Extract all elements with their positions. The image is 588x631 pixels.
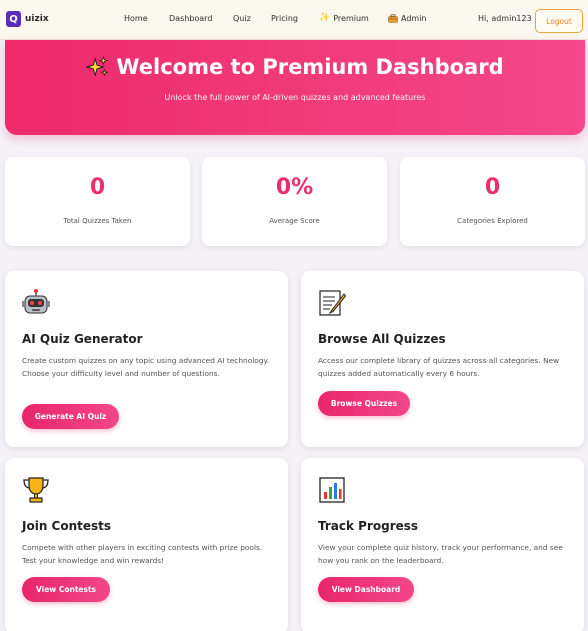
user-greeting: Hi, admin123	[478, 14, 532, 23]
nav-pricing[interactable]: Pricing	[271, 14, 298, 23]
sparkle-icon: ✨	[319, 13, 331, 23]
nav-premium-label: Premium	[333, 14, 369, 23]
card-title: Browse All Quizzes	[318, 332, 446, 346]
stat-value: 0	[484, 175, 501, 200]
stat-card-quizzes: 0 Total Quizzes Taken	[5, 157, 190, 246]
nav-home[interactable]: Home	[124, 14, 148, 23]
card-ai-quiz-generator: AI Quiz Generator Create custom quizzes …	[5, 271, 288, 447]
browse-quizzes-button[interactable]: Browse Quizzes	[318, 391, 410, 416]
stat-value: 0%	[275, 175, 314, 200]
hero-banner: Welcome to Premium Dashboard Unlock the …	[5, 40, 585, 135]
stat-card-average-score: 0% Average Score	[202, 157, 387, 246]
card-title: Join Contests	[22, 519, 112, 533]
hero-title-row: Welcome to Premium Dashboard	[5, 55, 585, 79]
sparkles-icon	[86, 56, 109, 77]
hero-title: Welcome to Premium Dashboard	[116, 55, 504, 79]
logo-text: uizix	[25, 14, 49, 24]
view-contests-button[interactable]: View Contests	[22, 577, 110, 602]
card-title: AI Quiz Generator	[22, 332, 143, 346]
card-description: Create custom quizzes on any topic using…	[22, 356, 270, 378]
card-description: Compete with other players in exciting c…	[22, 543, 263, 565]
navbar: Q uizix Home Dashboard Quiz Pricing ✨ Pr…	[0, 0, 588, 40]
card-description: View your complete quiz history, track y…	[318, 543, 563, 565]
logo[interactable]: Q uizix	[6, 11, 49, 27]
nav-premium[interactable]: ✨ Premium	[319, 13, 369, 24]
card-join-contests: Join Contests Compete with other players…	[5, 458, 288, 631]
toolbox-icon	[388, 14, 398, 23]
view-dashboard-button[interactable]: View Dashboard	[318, 577, 414, 602]
stat-card-categories: 0 Categories Explored	[400, 157, 585, 246]
nav-admin-label: Admin	[401, 14, 427, 23]
nav-quiz[interactable]: Quiz	[233, 14, 251, 23]
card-title: Track Progress	[318, 519, 419, 533]
logout-button[interactable]: Logout	[535, 9, 583, 33]
stat-label: Total Quizzes Taken	[63, 217, 132, 225]
robot-icon	[22, 289, 50, 314]
hero-subtitle: Unlock the full power of AI-driven quizz…	[164, 93, 426, 102]
stat-value: 0	[89, 175, 106, 200]
chart-icon	[319, 477, 345, 503]
nav-dashboard[interactable]: Dashboard	[169, 14, 212, 23]
stat-label: Categories Explored	[457, 217, 528, 225]
logo-mark: Q	[6, 11, 21, 27]
card-browse-quizzes: Browse All Quizzes Access our complete l…	[301, 271, 584, 447]
trophy-icon	[23, 477, 49, 503]
stat-label: Average Score	[269, 217, 320, 225]
generate-ai-quiz-button[interactable]: Generate AI Quiz	[22, 404, 119, 429]
card-track-progress: Track Progress View your complete quiz h…	[301, 458, 584, 631]
memo-icon	[319, 290, 347, 316]
nav-admin[interactable]: Admin	[388, 14, 427, 23]
card-description: Access our complete library of quizzes a…	[318, 356, 560, 378]
